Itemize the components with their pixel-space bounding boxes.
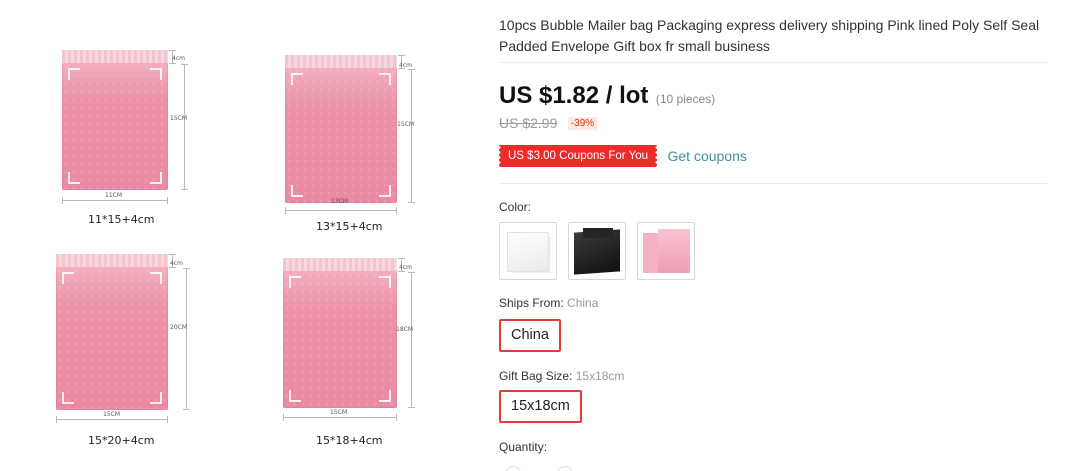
mailer-bag-image bbox=[62, 50, 168, 190]
size-caption: 11*15+4cm bbox=[88, 213, 155, 226]
flap-dimension-label: 4cm bbox=[172, 55, 185, 62]
ships-from-option-china[interactable]: China bbox=[499, 319, 561, 352]
current-price: US $1.82 / lot bbox=[499, 82, 649, 109]
title-divider bbox=[499, 62, 1047, 63]
gift-bag-size-label-text: Gift Bag Size: bbox=[499, 369, 573, 383]
gallery-item-3[interactable]: 4cm 20CM 15CM 15*20+4cm bbox=[0, 240, 230, 471]
gift-bag-size-selected-value: 15x18cm bbox=[575, 369, 625, 383]
gallery-item-1[interactable]: 4cm 15CM 11CM 11*15+4cm bbox=[0, 0, 230, 240]
quantity-increase-button[interactable] bbox=[557, 466, 573, 471]
height-dimension-label: 18CM bbox=[396, 326, 414, 333]
flap-dimension-label: 4cm bbox=[399, 264, 412, 271]
product-gallery: 4cm 15CM 11CM 11*15+4cm 4cm 15CM 13CM 13… bbox=[0, 0, 470, 471]
color-swatch-white[interactable] bbox=[499, 222, 557, 280]
height-dimension-label: 15CM bbox=[397, 121, 415, 128]
width-dimension-label: 15CM bbox=[330, 409, 348, 416]
height-dimension-label: 15CM bbox=[170, 115, 188, 122]
mailer-bag-image bbox=[283, 258, 397, 408]
coupon-badge: US $3.00 Coupons For You bbox=[496, 145, 660, 167]
quantity-label: Quantity: bbox=[499, 440, 548, 454]
gallery-item-2[interactable]: 4cm 15CM 13CM 13*15+4cm bbox=[235, 0, 470, 240]
price-row: US $1.82 / lot (10 pieces) bbox=[499, 82, 715, 110]
get-coupons-link[interactable]: Get coupons bbox=[667, 145, 746, 167]
ships-from-label: Ships From: China bbox=[499, 296, 598, 310]
mailer-bag-image bbox=[56, 254, 168, 410]
size-caption: 15*20+4cm bbox=[88, 434, 155, 447]
product-title: 10pcs Bubble Mailer bag Packaging expres… bbox=[499, 17, 1040, 54]
color-label: Color: bbox=[499, 200, 532, 214]
size-caption: 13*15+4cm bbox=[316, 220, 383, 233]
color-swatch-pink[interactable] bbox=[637, 222, 695, 280]
gift-bag-size-option-15x18[interactable]: 15x18cm bbox=[499, 390, 582, 423]
gallery-item-4[interactable]: 4cm 18CM 15CM 15*18+4cm bbox=[235, 240, 470, 471]
original-price: US $2.99 bbox=[499, 115, 558, 131]
gift-bag-size-label: Gift Bag Size: 15x18cm bbox=[499, 369, 624, 383]
pink-mailer-stack-icon bbox=[658, 229, 690, 273]
coupon-row: US $3.00 Coupons For You Get coupons bbox=[496, 145, 747, 167]
height-dimension-label: 20CM bbox=[170, 324, 188, 331]
size-caption: 15*18+4cm bbox=[316, 434, 383, 447]
quantity-decrease-button[interactable] bbox=[505, 466, 521, 471]
color-swatch-black[interactable] bbox=[568, 222, 626, 280]
discount-badge: -39% bbox=[567, 117, 598, 130]
coupon-divider bbox=[499, 183, 1047, 184]
white-mailer-icon bbox=[508, 233, 548, 271]
width-dimension-label: 15CM bbox=[103, 411, 121, 418]
width-dimension-label: 11CM bbox=[105, 192, 123, 199]
pieces-count: (10 pieces) bbox=[655, 92, 716, 106]
flap-dimension-label: 4cm bbox=[170, 260, 183, 267]
mailer-bag-image bbox=[285, 55, 397, 203]
width-dimension-label: 13CM bbox=[331, 198, 349, 205]
black-mailer-flap-icon bbox=[583, 228, 613, 238]
flap-dimension-label: 4cm bbox=[399, 62, 412, 69]
ships-from-selected-value: China bbox=[567, 296, 599, 310]
ships-from-label-text: Ships From: bbox=[499, 296, 564, 310]
original-price-row: US $2.99 -39% bbox=[499, 115, 598, 133]
